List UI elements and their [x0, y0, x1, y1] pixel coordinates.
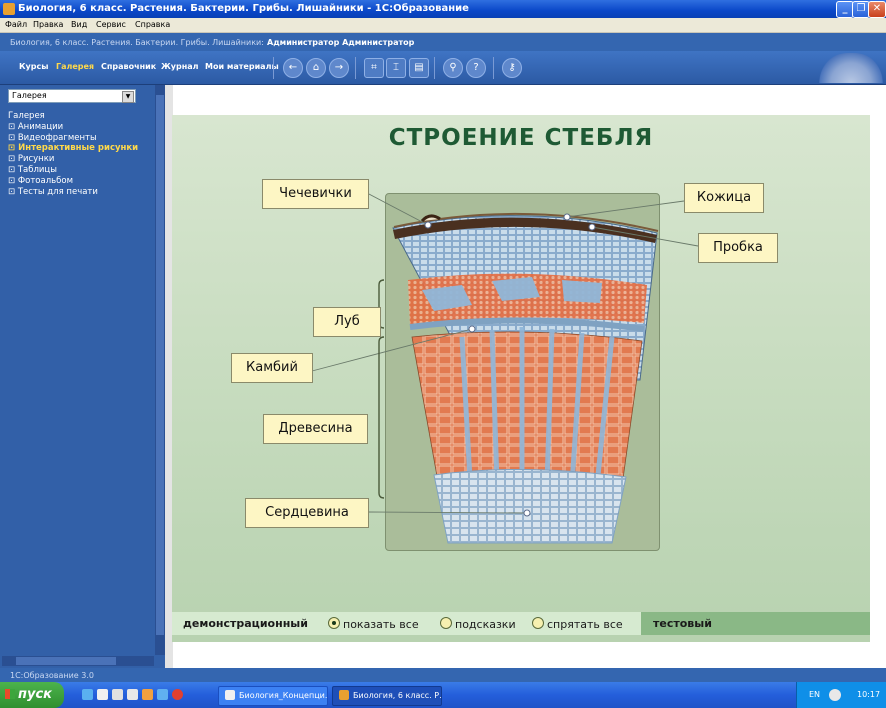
mode-test[interactable]: тестовый: [641, 612, 870, 635]
course-title: Биология, 6 класс. Растения. Бактерии. Г…: [10, 38, 264, 47]
taskbar-item[interactable]: Биология_Концепци...: [218, 686, 328, 706]
mode-bar: демонстрационный показать все подсказки …: [172, 612, 870, 635]
app-icon: [339, 690, 349, 700]
taskbar-item-active[interactable]: Биология, 6 класс. Р...: [332, 686, 442, 706]
tree-item-videos[interactable]: ⊡ Видеофрагменты: [8, 133, 138, 144]
pith-point: [523, 509, 531, 517]
stem-diagram: СТРОЕНИЕ СТЕБЛЯ Чечевички Кожица Пробка …: [172, 115, 870, 642]
tree-item-interactive[interactable]: ⊡ Интерактивные рисунки: [8, 143, 138, 154]
tab-gallery[interactable]: Галерея: [56, 62, 94, 71]
tree-root[interactable]: Галерея: [8, 111, 138, 122]
menu-help[interactable]: Справка: [135, 20, 170, 29]
label-wood[interactable]: Древесина: [263, 414, 368, 444]
language-indicator[interactable]: EN: [809, 690, 820, 699]
fit-icon[interactable]: ⌗: [364, 58, 384, 78]
gallery-tree: Галерея ⊡ Анимации ⊡ Видеофрагменты ⊡ Ин…: [8, 111, 138, 197]
product-logo: [818, 53, 884, 83]
toolbar-separator: [355, 57, 356, 79]
sidebar-hscrollbar[interactable]: [2, 656, 154, 666]
quicklaunch-app-icon[interactable]: [142, 689, 153, 700]
menu-edit[interactable]: Правка: [33, 20, 63, 29]
menu-bar: Файл Правка Вид Сервис Справка: [0, 18, 886, 33]
bookmark-icon[interactable]: ⌶: [386, 58, 406, 78]
tab-journal[interactable]: Журнал: [161, 62, 199, 71]
cork-point: [588, 223, 596, 231]
quicklaunch-opera-icon[interactable]: [172, 689, 183, 700]
window-title-bar: Биология, 6 класс. Растения. Бактерии. Г…: [0, 0, 886, 18]
gallery-select-value: Галерея: [12, 91, 47, 100]
radio-icon[interactable]: [532, 617, 544, 629]
scrollbar-thumb[interactable]: [16, 657, 116, 665]
quicklaunch-ie-icon[interactable]: [82, 689, 93, 700]
epidermis-point: [563, 213, 571, 221]
label-bast[interactable]: Луб: [313, 307, 381, 337]
label-epidermis[interactable]: Кожица: [684, 183, 764, 213]
quicklaunch-app-icon[interactable]: [157, 689, 168, 700]
tree-item-pictures[interactable]: ⊡ Рисунки: [8, 154, 138, 165]
pith-region: [433, 468, 627, 544]
clock: 10:17: [857, 690, 881, 699]
tab-reference[interactable]: Справочник: [101, 62, 156, 71]
toolbar-separator: [493, 57, 494, 79]
radio-selected-icon[interactable]: [328, 617, 340, 629]
status-text: 1С:Образование 3.0: [10, 671, 94, 680]
course-header: Биология, 6 класс. Растения. Бактерии. Г…: [0, 33, 886, 51]
tree-item-tables[interactable]: ⊡ Таблицы: [8, 165, 138, 176]
tree-item-animations[interactable]: ⊡ Анимации: [8, 122, 138, 133]
tree-item-tests[interactable]: ⊡ Тесты для печати: [8, 187, 138, 198]
sidebar-scrollbar[interactable]: [155, 85, 165, 655]
content-area: СТРОЕНИЕ СТЕБЛЯ Чечевички Кожица Пробка …: [165, 85, 886, 668]
quicklaunch-app-icon[interactable]: [112, 689, 123, 700]
window-title: Биология, 6 класс. Растения. Бактерии. Г…: [18, 3, 469, 14]
tab-my-materials[interactable]: Мои материалы: [205, 62, 279, 71]
tree-item-photoalbum[interactable]: ⊡ Фотоальбом: [8, 176, 138, 187]
menu-view[interactable]: Вид: [71, 20, 87, 29]
menu-file[interactable]: Файл: [5, 20, 27, 29]
label-cambium[interactable]: Камбий: [231, 353, 313, 383]
user-name: Администратор Администратор: [267, 38, 415, 47]
tab-courses[interactable]: Курсы: [19, 62, 48, 71]
document-icon: [225, 690, 235, 700]
close-button[interactable]: ✕: [868, 1, 886, 18]
print-icon[interactable]: ▤: [409, 58, 429, 78]
back-icon[interactable]: ←: [283, 58, 303, 78]
main-toolbar: Курсы Галерея Справочник Журнал Мои мате…: [0, 51, 886, 85]
sidebar: Галерея ▼ Галерея ⊡ Анимации ⊡ Видеофраг…: [0, 85, 165, 668]
menu-service[interactable]: Сервис: [96, 20, 126, 29]
status-bar: 1С:Образование 3.0: [0, 668, 886, 682]
home-icon[interactable]: ⌂: [306, 58, 326, 78]
option-show-all[interactable]: показать все: [328, 617, 419, 631]
forward-icon[interactable]: →: [329, 58, 349, 78]
app-icon: [3, 3, 15, 15]
quicklaunch-app-icon[interactable]: [127, 689, 138, 700]
chevron-down-icon[interactable]: ▼: [122, 91, 134, 103]
system-tray: EN 10:17: [796, 682, 886, 708]
search-icon[interactable]: ⚲: [443, 58, 463, 78]
radio-icon[interactable]: [440, 617, 452, 629]
toolbar-separator: [273, 57, 274, 79]
option-hide-all[interactable]: спрятать все: [532, 617, 623, 631]
taskbar: пуск Биология_Концепци... Биология, 6 кл…: [0, 682, 886, 708]
start-button[interactable]: пуск: [0, 682, 64, 708]
label-pith[interactable]: Сердцевина: [245, 498, 369, 528]
lenticel-point: [424, 221, 432, 229]
label-cork[interactable]: Пробка: [698, 233, 778, 263]
scrollbar-thumb[interactable]: [156, 95, 164, 635]
quicklaunch-word-icon[interactable]: [97, 689, 108, 700]
key-icon[interactable]: ⚷: [502, 58, 522, 78]
option-hints[interactable]: подсказки: [440, 617, 516, 631]
mode-demo[interactable]: демонстрационный: [183, 617, 308, 630]
label-lenticels[interactable]: Чечевички: [262, 179, 369, 209]
toolbar-separator: [434, 57, 435, 79]
gallery-select[interactable]: Галерея ▼: [8, 89, 136, 103]
cambium-point: [468, 325, 476, 333]
help-icon[interactable]: ?: [466, 58, 486, 78]
windows-flag-icon: [5, 689, 15, 699]
tray-network-icon[interactable]: [829, 689, 841, 701]
